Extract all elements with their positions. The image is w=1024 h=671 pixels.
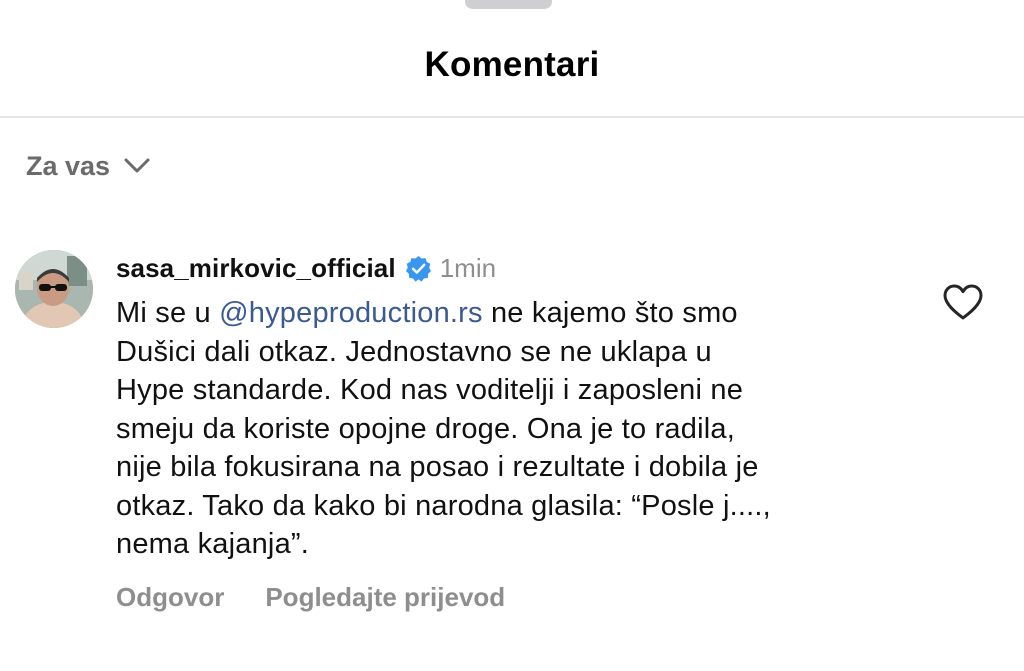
comment-line: nije bila fokusirana na posao i rezultat… [116,451,759,483]
translate-button[interactable]: Pogledajte prijevod [265,582,505,613]
comment-line: Hype standarde. Kod nas voditelji i zapo… [116,374,744,406]
comment-line: smeju da koriste opojne droge. Ona je to… [116,412,735,445]
comment-actions: Odgovor Pogledajte prijevod [116,582,896,613]
comment-line: Dušici dali otkaz. Jednostavno se ne ukl… [116,335,712,368]
comment-item: sasa_mirkovic_official 1min Mi se u @hyp… [116,250,896,613]
comment-username[interactable]: sasa_mirkovic_official [116,253,396,284]
verified-badge-icon [405,255,431,282]
comment-line: nema kajanja”. [116,528,310,560]
filter-dropdown[interactable]: Za vas [26,146,150,186]
mention-link[interactable]: @hypeproduction.rs [219,297,483,329]
comment-header: sasa_mirkovic_official 1min [116,250,896,286]
page-title: Komentari [424,45,600,84]
comment-timestamp: 1min [439,252,497,283]
reply-button[interactable]: Odgovor [116,582,224,613]
drag-handle[interactable] [465,0,552,9]
heart-icon[interactable] [942,283,984,321]
avatar-photo [15,250,93,328]
comments-sheet: Komentari Za vas sasa_mirkovic_official [0,0,1024,671]
chevron-down-icon [124,158,150,173]
filter-label: Za vas [26,151,111,181]
comment-text: Mi se u @hypeproduction.rs ne kajemo što… [116,294,896,564]
comment-line: otkaz. Tako da kako bi narodna glasila: … [116,489,771,522]
header-divider [0,116,1024,118]
comment-text-prefix: Mi se u [116,297,220,329]
avatar[interactable] [15,250,93,328]
comment-line: Mi se u @hypeproduction.rs ne kajemo što… [116,294,896,333]
comment-line-text: ne kajemo što smo [482,297,738,329]
